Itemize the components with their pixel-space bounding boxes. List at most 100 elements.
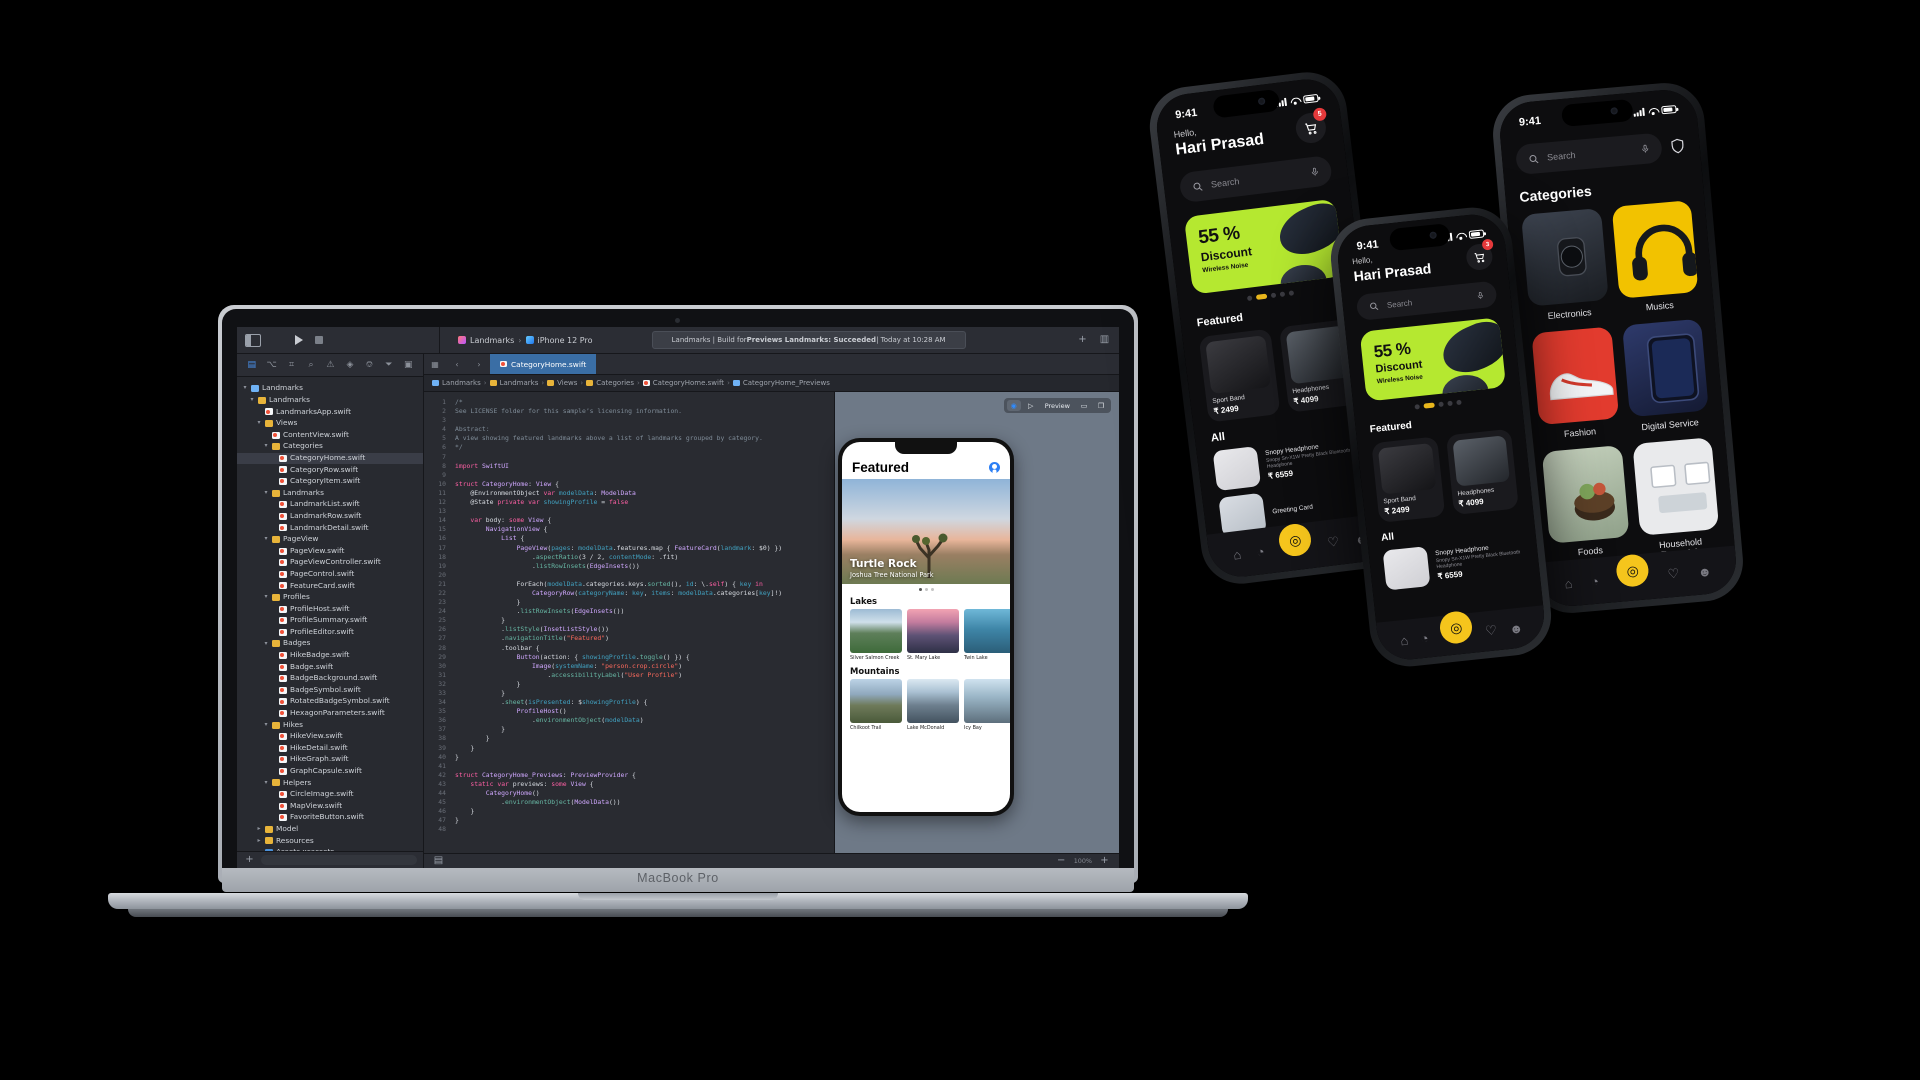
category-cell[interactable]: Foods [1541,445,1631,569]
zoom-out-icon[interactable]: − [1055,855,1068,868]
chevron-down-icon[interactable]: ▾ [263,489,269,498]
file-tree-row[interactable]: ▸BadgeBackground.swift [237,673,423,685]
chevron-down-icon[interactable]: ▾ [256,419,262,428]
report-icon[interactable]: ▣ [404,360,413,371]
breadcrumb-item[interactable]: Views [557,379,577,387]
toggle-inspector-icon[interactable]: ▥ [1098,334,1111,347]
file-tree-row[interactable]: ▸CategoryItem.swift [237,476,423,488]
file-tree-row[interactable]: ▸Badge.swift [237,661,423,673]
file-tree-row[interactable]: ▸CategoryHome.swift [237,452,423,465]
file-tree-row[interactable]: ▸ContentView.swift [237,429,423,441]
chevron-down-icon[interactable]: ▾ [263,721,269,730]
search-icon[interactable]: ⌕ [306,360,315,371]
shield-icon[interactable] [1669,136,1687,155]
chevron-down-icon[interactable]: ▾ [242,384,248,393]
file-tree-row[interactable]: ▾ Landmarks [237,383,423,395]
chevron-right-icon[interactable]: ▸ [256,837,262,846]
grid-view-icon[interactable]: ▦ [424,360,446,369]
file-tree-row[interactable]: ▸LandmarkDetail.swift [237,522,423,534]
duplicate-preview-icon[interactable]: ❐ [1094,400,1108,411]
profile-icon[interactable]: ☻ [1509,620,1524,636]
category-cell[interactable]: Musics [1611,200,1700,315]
mic-icon[interactable] [1310,165,1320,178]
file-tree-row[interactable]: ▸CircleImage.swift [237,789,423,801]
notification-icon[interactable]: ◔ [1256,543,1266,559]
search-input[interactable]: Search [1355,280,1498,321]
file-tree-row[interactable]: ▸MapView.swift [237,800,423,812]
category-cell[interactable]: Household Essentials [1631,437,1721,561]
toggle-navigator-icon[interactable] [245,333,261,347]
notification-icon[interactable]: ◔ [1420,630,1429,646]
product-card[interactable]: Headphones ₹ 4099 [1445,428,1519,516]
source-code-area[interactable]: 1/* 2 See LICENSE folder for this sample’… [424,392,834,853]
file-tree[interactable]: ▾Landmarks▾Landmarks▸LandmarksApp.swift▾… [237,377,423,851]
featured-hero-card[interactable]: Turtle Rock Joshua Tree National Park [842,479,1010,584]
warning-icon[interactable]: ⚠ [326,360,335,371]
file-tree-row[interactable]: ▸FavoriteButton.swift [237,812,423,824]
preview-screen[interactable]: Featured Turtle Rock Joshua Tree Nationa… [842,442,1010,812]
source-control-icon[interactable]: ⌥ [266,360,276,371]
category-item[interactable]: Lake McDonald [907,679,959,731]
test-icon[interactable]: ◈ [345,360,354,371]
add-editor-icon[interactable]: + [1076,334,1089,347]
file-tree-row[interactable]: ▸ProfileEditor.swift [237,626,423,638]
file-tree-row[interactable]: ▸RotatedBadgeSymbol.swift [237,696,423,708]
search-input[interactable]: Search [1178,154,1333,204]
chevron-down-icon[interactable]: ▾ [263,779,269,788]
category-item[interactable]: St. Mary Lake [907,609,959,661]
file-tree-row[interactable]: ▾ Categories [237,441,423,453]
file-tree-row[interactable]: ▸PageView.swift [237,545,423,557]
file-tree-row[interactable]: ▸LandmarkList.swift [237,499,423,511]
category-cell[interactable]: Electronics [1521,208,1610,323]
promo-banner[interactable]: 55 % Discount Wireless Noise [1359,317,1507,402]
file-tree-row[interactable]: ▸HikeDetail.swift [237,742,423,754]
chevron-down-icon[interactable]: ▾ [263,640,269,649]
file-tree-row[interactable]: ▸GraphCapsule.swift [237,766,423,778]
chevron-down-icon[interactable]: ▾ [263,535,269,544]
breadcrumb-item[interactable]: Landmarks [442,379,481,387]
chevron-down-icon[interactable]: ▾ [263,593,269,602]
device-settings-icon[interactable]: ▭ [1077,400,1091,411]
category-item[interactable]: Chilkoot Trail [850,679,902,731]
notification-icon[interactable]: ◔ [1590,573,1599,589]
file-tree-row[interactable]: ▾ PageView [237,534,423,546]
play-preview-icon[interactable]: ▷ [1024,400,1038,411]
file-tree-row[interactable]: ▸LandmarkRow.swift [237,511,423,523]
mic-icon[interactable] [1640,142,1650,155]
file-tree-row[interactable]: ▸ProfileHost.swift [237,603,423,615]
chevron-down-icon[interactable]: ▾ [263,442,269,451]
scan-fab[interactable]: ◎ [1615,553,1650,588]
breadcrumb[interactable]: Landmarks › Landmarks › Views › Categories › Cat… [424,375,1119,392]
file-tree-row[interactable]: ▸PageViewController.swift [237,557,423,569]
file-tree-row[interactable]: ▸PageControl.swift [237,569,423,581]
search-input[interactable]: Search [1514,132,1663,176]
chevron-down-icon[interactable]: ▾ [249,396,255,405]
file-tree-row[interactable]: ▾ Views [237,418,423,430]
file-tree-row[interactable]: ▾ Badges [237,638,423,650]
symbol-icon[interactable]: ⌗ [287,360,296,371]
file-tree-row[interactable]: ▸BadgeSymbol.swift [237,684,423,696]
folder-icon[interactable]: ▤ [247,360,256,371]
mic-icon[interactable] [1476,289,1485,301]
debug-area-icon[interactable]: ▤ [432,855,445,868]
file-tree-row[interactable]: ▾ Landmarks [237,487,423,499]
category-item[interactable]: Silver Salmon Creek [850,609,902,661]
back-icon[interactable]: ‹ [446,360,468,369]
file-tree-row[interactable]: ▸HikeView.swift [237,731,423,743]
breadcrumb-item[interactable]: Landmarks [500,379,539,387]
favorite-icon[interactable]: ♡ [1327,534,1341,551]
file-tree-row[interactable]: ▸LandmarksApp.swift [237,406,423,418]
profile-icon[interactable]: ☻ [1697,563,1712,579]
file-tree-row[interactable]: ▸ Model [237,824,423,836]
home-icon[interactable]: ⌂ [1400,632,1409,648]
file-tree-row[interactable]: ▸CategoryRow.swift [237,464,423,476]
editor-tab-active[interactable]: CategoryHome.swift [490,354,597,374]
category-cell[interactable]: Fashion [1531,326,1620,442]
category-item[interactable]: Twin Lake [964,609,1010,661]
file-tree-row[interactable]: ▾ Helpers [237,777,423,789]
filter-input[interactable] [261,855,417,865]
home-icon[interactable]: ⌂ [1564,575,1573,591]
zoom-in-icon[interactable]: + [1098,855,1111,868]
product-card[interactable]: Sport Band ₹ 2499 [1371,436,1445,523]
file-tree-row[interactable]: ▾ Landmarks [237,395,423,407]
